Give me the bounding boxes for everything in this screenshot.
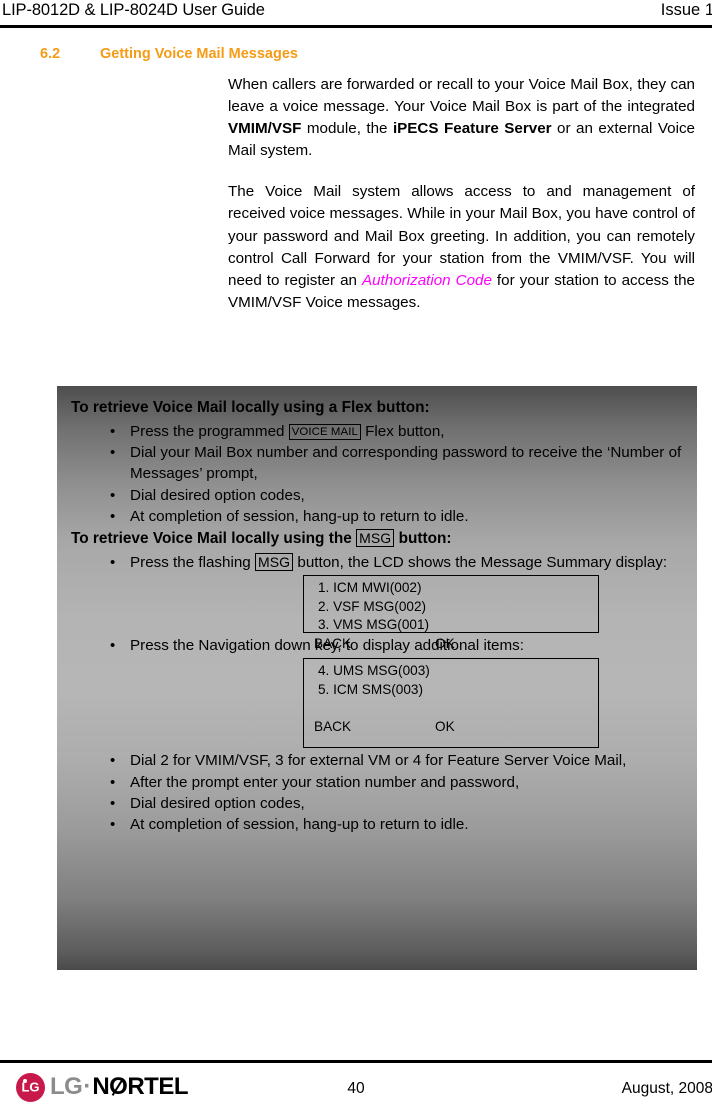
- bullet-icon: •: [110, 423, 116, 440]
- lcd-softkey-row: BACK OK: [304, 718, 598, 737]
- header-title: LIP-8012D & LIP-8024D User Guide: [2, 1, 265, 19]
- section-heading: 6.2 Getting Voice Mail Messages: [40, 46, 680, 62]
- lcd-line: 4. UMS MSG(003): [318, 663, 430, 679]
- step-text: At completion of session, hang-up to ret…: [130, 507, 469, 525]
- bullet-icon: •: [110, 637, 116, 655]
- list-item: • After the prompt enter your station num…: [71, 772, 683, 793]
- panel-heading-msg-before: To retrieve Voice Mail locally using the: [71, 530, 357, 548]
- paragraph-1: When callers are forwarded or recall to …: [228, 74, 695, 162]
- footer-date: August, 2008: [621, 1080, 712, 1097]
- instruction-panel: To retrieve Voice Mail locally using a F…: [57, 386, 697, 970]
- step-text: Dial desired option codes,: [130, 794, 305, 812]
- lcd-line: 2. VSF MSG(002): [318, 598, 427, 614]
- bullet-icon: •: [110, 444, 116, 462]
- list-item: • Dial your Mail Box number and correspon…: [71, 442, 683, 484]
- footer-divider: [0, 1060, 712, 1063]
- bullet-icon: •: [110, 773, 116, 791]
- step-text-before: Press the flashing: [130, 554, 255, 572]
- list-item: • Dial 2 for VMIM/VSF, 3 for external VM …: [71, 750, 683, 771]
- section-title: Getting Voice Mail Messages: [100, 46, 298, 62]
- list-item: • Press the flashing MSG button, the LCD …: [71, 552, 683, 651]
- list-item: • Dial desired option codes,: [71, 485, 683, 506]
- lcd-display-additional-items: 4. UMS MSG(003) 5. ICM SMS(003) BACK OK: [303, 658, 599, 749]
- panel-heading-flex-button: To retrieve Voice Mail locally using a F…: [71, 399, 430, 416]
- list-item: • Press the Navigation down key, to displ…: [71, 635, 683, 749]
- step-text: At completion of session, hang-up to ret…: [130, 816, 469, 834]
- paragraph-2: The Voice Mail system allows access to a…: [228, 181, 695, 314]
- step-text-before: Press the programmed: [130, 423, 289, 440]
- paragraph-1-bold-ipecs: iPECS Feature Server: [392, 120, 552, 138]
- header-divider: [0, 25, 712, 28]
- lcd-display-message-summary: 1. ICM MWI(002) 2. VSF MSG(002) 3. VMS M…: [303, 575, 599, 651]
- page-footer: LG LG · NORTEL 40 August, 2008: [0, 1060, 712, 1109]
- list-item: • At completion of session, hang-up to re…: [71, 506, 683, 527]
- bullet-icon: •: [110, 752, 116, 770]
- step-text-after: button, the LCD shows the Message Summar…: [293, 554, 668, 572]
- step-text: Dial your Mail Box number and correspond…: [130, 444, 682, 483]
- paragraph-1-bold-vmim: VMIM/VSF: [228, 120, 302, 138]
- lcd-line: 3. VMS MSG(001): [318, 617, 430, 633]
- voice-mail-key-button[interactable]: VOICE MAIL: [288, 423, 361, 440]
- list-item: • Dial desired option codes,: [71, 793, 683, 814]
- step-text: Press the Navigation down key, to displa…: [130, 637, 524, 655]
- msg-key-button[interactable]: MSG: [356, 529, 395, 548]
- step-text: After the prompt enter your station numb…: [130, 773, 520, 791]
- list-item: • Press the programmed VOICE MAIL Flex bu…: [71, 421, 683, 442]
- panel-heading-msg-button: To retrieve Voice Mail locally using the…: [71, 528, 683, 549]
- msg-key-button[interactable]: MSG: [254, 553, 294, 572]
- bullet-icon: •: [110, 554, 116, 572]
- page-number: 40: [347, 1080, 365, 1097]
- section-number: 6.2: [40, 46, 61, 62]
- step-text: Dial desired option codes,: [130, 486, 305, 504]
- step-text: Dial 2 for VMIM/VSF, 3 for external VM o…: [130, 752, 627, 770]
- bullet-icon: •: [110, 816, 116, 834]
- lcd-line: 1. ICM MWI(002): [318, 580, 422, 596]
- panel-heading-msg-after: button:: [394, 530, 452, 548]
- lcd-line: 5. ICM SMS(003): [318, 682, 423, 698]
- bullet-icon: •: [110, 486, 116, 504]
- page-header: LIP-8012D & LIP-8024D User Guide Issue 1: [0, 0, 712, 28]
- softkey-back[interactable]: BACK: [314, 719, 351, 734]
- list-item: • At completion of session, hang-up to re…: [71, 814, 683, 835]
- softkey-ok[interactable]: OK: [351, 719, 455, 734]
- bullet-icon: •: [110, 507, 116, 525]
- lcd-blank-line: [304, 700, 598, 719]
- msg-button-step-list: • Press the flashing MSG button, the LCD …: [71, 552, 683, 835]
- bullet-icon: •: [110, 794, 116, 812]
- header-issue-label: Issue 1: [660, 1, 712, 19]
- authorization-code-emphasis: Authorization Code: [361, 271, 492, 289]
- step-text-after: Flex button,: [360, 423, 445, 440]
- body-text-column: When callers are forwarded or recall to …: [228, 74, 695, 314]
- flex-button-step-list: • Press the programmed VOICE MAIL Flex bu…: [71, 421, 683, 527]
- paragraph-1-text-b: module, the: [301, 120, 393, 138]
- paragraph-1-text-a: When callers are forwarded or recall to …: [228, 76, 695, 116]
